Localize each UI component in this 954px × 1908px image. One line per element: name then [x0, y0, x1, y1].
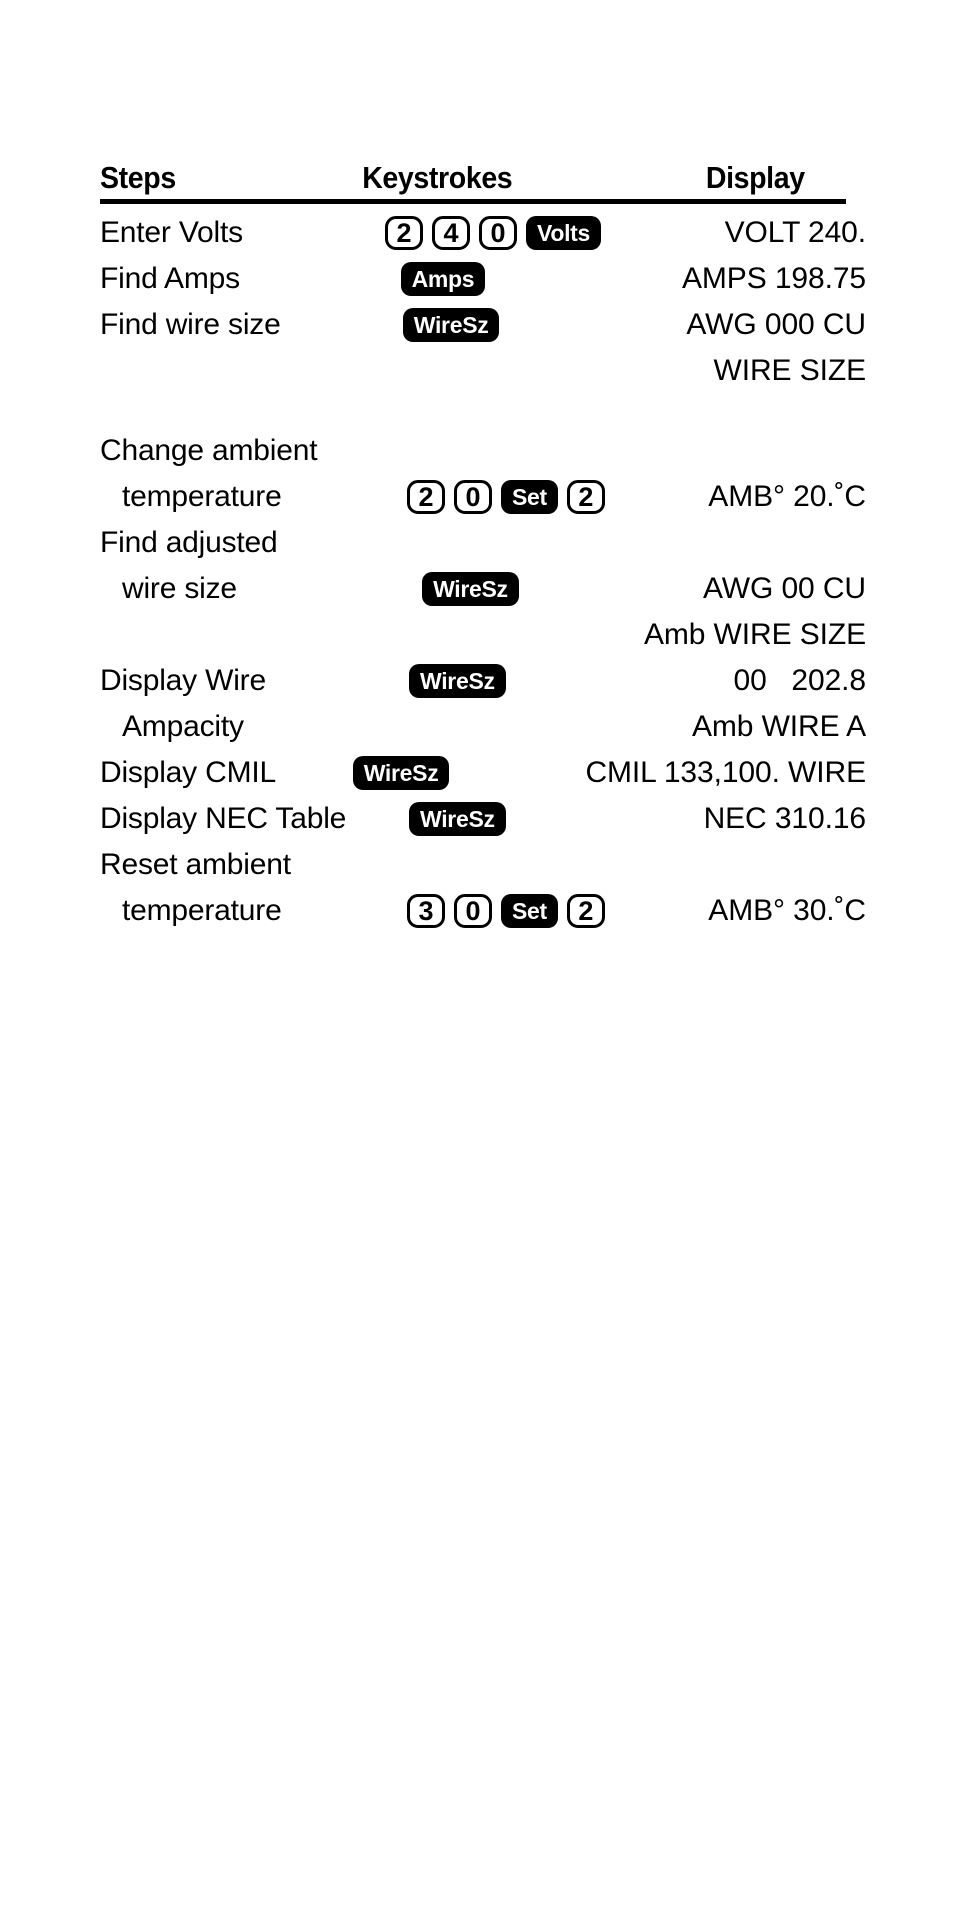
- table-row: Display NEC Table WireSz NEC 310.16: [100, 796, 870, 842]
- step-label: Display NEC Table: [100, 802, 347, 836]
- display-readout: WIRE SIZE: [713, 354, 867, 388]
- step-label: Display Wire: [100, 664, 266, 698]
- display-readout: AMB° 20.˚C: [708, 480, 866, 514]
- keystroke-sequence: 3 0 Set 2: [407, 894, 697, 928]
- table-row: Find adjusted: [100, 520, 870, 566]
- keystroke-sequence: Amps: [377, 262, 682, 296]
- key-function-wiresz[interactable]: WireSz: [422, 572, 519, 606]
- display-readout: NEC 310.16: [703, 802, 867, 836]
- key-number-2[interactable]: 2: [385, 216, 423, 250]
- key-number-4[interactable]: 4: [432, 216, 470, 250]
- header-divider-rule: [100, 199, 846, 204]
- keystroke-sequence: WireSz: [385, 802, 699, 836]
- step-label: Find Amps: [100, 262, 240, 296]
- table-header-row: Steps Keystrokes Display: [100, 160, 808, 199]
- table-body: Enter Volts 2 4 0 Volts VOLT 240. Find Amps Amp…: [100, 210, 870, 934]
- display-readout: VOLT 240.: [724, 216, 867, 250]
- column-header-steps: Steps: [100, 160, 176, 195]
- step-label: wire size: [122, 572, 237, 606]
- key-number-0[interactable]: 0: [454, 480, 492, 514]
- keystroke-sequence: WireSz: [398, 572, 703, 606]
- key-function-wiresz[interactable]: WireSz: [409, 802, 506, 836]
- table-row: Reset ambient: [100, 842, 870, 888]
- display-readout: 00 202.8: [733, 664, 867, 698]
- key-number-2[interactable]: 2: [566, 894, 605, 928]
- step-label: temperature: [122, 480, 282, 514]
- display-readout: AMPS 198.75: [681, 262, 866, 296]
- step-label: Find adjusted: [100, 526, 278, 560]
- table-row: temperature 2 0 Set 2 AMB° 20.˚C: [100, 474, 870, 520]
- table-row: WIRE SIZE: [100, 348, 870, 394]
- table-row: Change ambient: [100, 428, 870, 474]
- display-readout: AMB° 30.˚C: [708, 894, 866, 928]
- table-row: Display CMIL WireSz CMIL 133,100. WIRE: [100, 750, 870, 796]
- key-function-amps[interactable]: Amps: [400, 262, 486, 296]
- step-label: Find wire size: [100, 308, 281, 342]
- table-row: Find wire size WireSz AWG 000 CU: [100, 302, 870, 348]
- step-label: Enter Volts: [100, 216, 243, 250]
- key-function-set[interactable]: Set: [501, 480, 558, 514]
- table-row: wire size WireSz AWG 00 CU: [100, 566, 870, 612]
- keystroke-sequence: WireSz: [329, 756, 586, 790]
- key-function-wiresz[interactable]: WireSz: [409, 664, 506, 698]
- keystroke-sequence: 2 0 Set 2: [407, 480, 697, 514]
- key-number-2[interactable]: 2: [407, 480, 445, 514]
- step-label: Ampacity: [122, 710, 244, 744]
- display-readout: CMIL 133,100. WIRE: [585, 756, 866, 790]
- table-row: Find Amps Amps AMPS 198.75: [100, 256, 870, 302]
- key-function-volts[interactable]: Volts: [526, 216, 602, 250]
- display-readout: AWG 00 CU: [702, 572, 866, 606]
- table-row: Display Wire WireSz 00 202.8: [100, 658, 870, 704]
- step-label: Reset ambient: [100, 848, 291, 882]
- column-header-keystrokes: Keystrokes: [362, 160, 513, 195]
- key-number-2[interactable]: 2: [566, 480, 605, 514]
- table-row: Enter Volts 2 4 0 Volts VOLT 240.: [100, 210, 870, 256]
- display-readout: Amb WIRE SIZE: [643, 618, 866, 652]
- step-label: temperature: [122, 894, 282, 928]
- table-row: Amb WIRE SIZE: [100, 612, 870, 658]
- display-readout: Amb WIRE A: [691, 710, 866, 744]
- key-number-0[interactable]: 0: [479, 216, 517, 250]
- step-label: Display CMIL: [100, 756, 276, 790]
- table-row: Ampacity Amb WIRE A: [100, 704, 870, 750]
- key-number-0[interactable]: 0: [454, 894, 492, 928]
- keystroke-sequence: 2 4 0 Volts: [385, 216, 675, 250]
- step-label: Change ambient: [100, 434, 318, 468]
- key-number-3[interactable]: 3: [407, 894, 445, 928]
- display-readout: AWG 000 CU: [686, 308, 866, 342]
- key-function-wiresz[interactable]: WireSz: [402, 308, 500, 342]
- keystroke-sequence: WireSz: [385, 664, 699, 698]
- column-header-display: Display: [705, 160, 805, 195]
- table-row: temperature 3 0 Set 2 AMB° 30.˚C: [100, 888, 870, 934]
- keystroke-reference-table: Steps Keystrokes Display Enter Volts 2 4 0 V…: [100, 160, 870, 934]
- key-function-wiresz[interactable]: WireSz: [352, 756, 450, 790]
- key-function-set[interactable]: Set: [501, 894, 558, 928]
- keystroke-sequence: WireSz: [379, 308, 687, 342]
